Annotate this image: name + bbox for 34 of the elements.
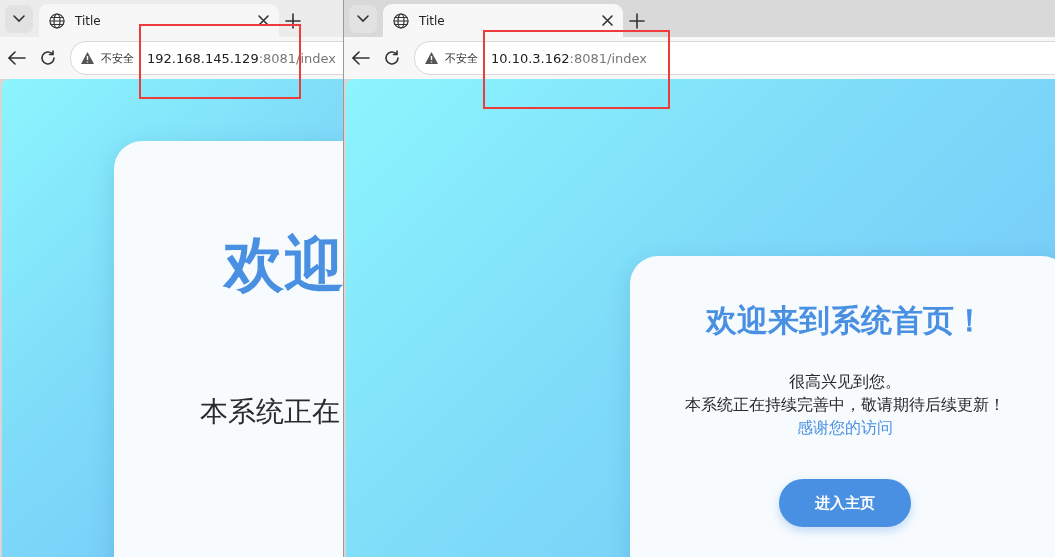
reload-button[interactable] (384, 50, 400, 66)
message-text: 本系统正在 (200, 398, 340, 426)
close-icon (258, 15, 269, 26)
globe-icon (393, 12, 409, 29)
close-tab-button[interactable] (258, 15, 269, 26)
tab-title: Title (75, 13, 102, 28)
message-text: 很高兴见到您。 (789, 371, 901, 393)
close-icon (602, 15, 613, 26)
warning-icon (425, 52, 438, 64)
address-bar[interactable]: 不安全 10.10.3.162:8081/index (414, 41, 1055, 75)
globe-icon (49, 12, 65, 29)
url-text: 10.10.3.162:8081/index (491, 50, 647, 66)
chevron-down-icon (13, 15, 25, 23)
back-button[interactable] (352, 51, 370, 65)
reload-icon (384, 50, 400, 66)
back-arrow-icon (352, 51, 370, 65)
tab-title: Title (419, 13, 446, 28)
back-arrow-icon (8, 51, 26, 65)
chevron-down-icon (357, 15, 369, 23)
browser-tab[interactable]: Title (383, 4, 623, 37)
plus-icon (285, 12, 301, 29)
reload-icon (40, 50, 56, 66)
browser-tab[interactable]: Title (39, 4, 279, 37)
reload-button[interactable] (40, 50, 56, 66)
warning-icon (81, 52, 94, 64)
not-secure-label: 不安全 (101, 50, 134, 66)
welcome-heading: 欢迎来到系统首页！ (705, 301, 985, 340)
tab-list-button[interactable] (5, 5, 33, 33)
back-button[interactable] (8, 51, 26, 65)
message-text: 本系统正在持续完善中，敬请期待后续更新！ (685, 394, 1005, 416)
tab-list-button[interactable] (349, 5, 377, 33)
not-secure-label: 不安全 (445, 50, 478, 66)
plus-icon (629, 12, 645, 29)
close-tab-button[interactable] (602, 15, 613, 26)
